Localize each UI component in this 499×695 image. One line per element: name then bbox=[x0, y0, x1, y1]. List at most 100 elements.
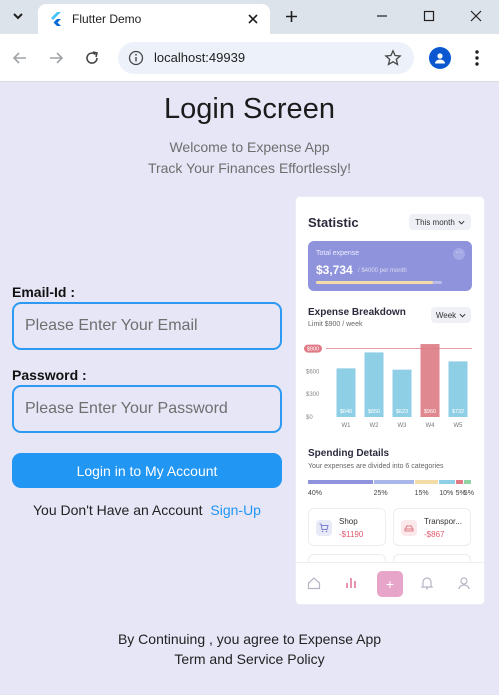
profile-icon bbox=[458, 577, 470, 590]
plus-icon bbox=[285, 10, 297, 22]
spending-segment bbox=[308, 480, 373, 484]
dashboard-bottom-nav: + bbox=[296, 562, 484, 604]
x-tick-label: W1 bbox=[342, 423, 352, 429]
minimize-button[interactable] bbox=[368, 4, 396, 28]
stats-icon bbox=[346, 578, 356, 588]
signup-link[interactable]: Sign-Up bbox=[210, 502, 261, 518]
browser-tab-bar: Flutter Demo bbox=[0, 0, 499, 34]
maximize-button[interactable] bbox=[415, 4, 443, 28]
email-label: Email-Id : bbox=[12, 284, 76, 300]
bar bbox=[420, 344, 440, 417]
spending-percent-label: 5% bbox=[463, 490, 474, 497]
arrow-left-icon bbox=[12, 52, 26, 64]
add-icon: + bbox=[377, 571, 403, 597]
close-icon bbox=[470, 10, 482, 22]
expense-bar-chart: $0 $300 $600 $640 W1 $850 W2 $623 W3 $960 W4 $732 W5… bbox=[304, 344, 472, 429]
bar-value-label: $960 bbox=[424, 409, 436, 415]
category-amount: -$1190 bbox=[339, 530, 364, 539]
period-label: This month bbox=[415, 217, 455, 227]
signup-row: You Don't Have an Account Sign-Up bbox=[0, 502, 294, 518]
bar-value-label: $850 bbox=[368, 409, 380, 415]
flutter-logo-icon bbox=[51, 12, 61, 26]
tab-flutter-demo[interactable]: Flutter Demo bbox=[38, 4, 270, 34]
address-bar[interactable]: localhost:49939 bbox=[118, 42, 414, 74]
no-account-text: You Don't Have an Account bbox=[33, 502, 203, 518]
more-vert-icon bbox=[475, 50, 479, 66]
x-tick-label: W3 bbox=[398, 423, 408, 429]
password-field[interactable] bbox=[12, 385, 282, 433]
tab-search-button[interactable] bbox=[6, 5, 30, 27]
profile-button[interactable] bbox=[429, 47, 451, 69]
more-horiz-icon: ··· bbox=[453, 248, 465, 260]
close-window-button[interactable] bbox=[462, 4, 490, 28]
x-tick-label: W4 bbox=[426, 423, 436, 429]
bar-value-label: $640 bbox=[340, 409, 352, 415]
spending-percent-label: 40% bbox=[308, 490, 323, 497]
close-tab-button[interactable] bbox=[244, 10, 262, 28]
bar-value-label: $732 bbox=[452, 409, 464, 415]
spending-segment bbox=[373, 480, 414, 484]
welcome-text: Welcome to Expense App bbox=[169, 139, 330, 155]
expense-progress-bar bbox=[316, 281, 442, 284]
y-tick-label: $0 bbox=[306, 415, 313, 421]
star-icon[interactable] bbox=[384, 49, 402, 67]
reload-button[interactable] bbox=[80, 46, 104, 70]
maximize-icon bbox=[423, 10, 435, 22]
spending-segment bbox=[439, 480, 455, 484]
minimize-icon bbox=[377, 15, 387, 17]
x-tick-label: W2 bbox=[370, 423, 380, 429]
bell-icon bbox=[420, 577, 434, 590]
chevron-down-icon bbox=[13, 13, 23, 20]
spending-subtitle: Your expenses are divided into 6 categor… bbox=[308, 463, 444, 470]
period-select: This month bbox=[409, 214, 471, 230]
tab-title: Flutter Demo bbox=[72, 12, 142, 26]
x-tick-label: W5 bbox=[454, 423, 464, 429]
spending-percent-label: 10% bbox=[439, 490, 454, 497]
total-expense-label: Total expense bbox=[316, 250, 360, 257]
spending-percent-label: 25% bbox=[373, 490, 388, 497]
y-tick-label: $600 bbox=[306, 369, 320, 375]
category-name: Transpor... bbox=[424, 517, 462, 526]
spending-segment bbox=[414, 480, 439, 484]
person-icon bbox=[435, 53, 445, 64]
new-tab-button[interactable] bbox=[280, 5, 302, 27]
breakdown-period-label: Week bbox=[435, 310, 457, 320]
forward-button[interactable] bbox=[44, 46, 68, 70]
bar bbox=[364, 352, 384, 417]
category-card-partial bbox=[393, 554, 471, 562]
spending-segment bbox=[463, 480, 471, 484]
spending-percent-label: 15% bbox=[414, 490, 429, 497]
limit-label: $900 bbox=[307, 347, 319, 353]
total-expense-card: Total expense $3,734 / $4000 per month ·… bbox=[308, 241, 472, 291]
browser-menu-button[interactable] bbox=[466, 47, 488, 69]
dashboard-title: Statistic bbox=[308, 215, 359, 230]
chevron-down-icon bbox=[459, 313, 466, 318]
cart-icon bbox=[316, 520, 332, 536]
category-name: Shop bbox=[339, 517, 358, 526]
reload-icon bbox=[86, 51, 98, 64]
arrow-right-icon bbox=[50, 52, 64, 64]
breakdown-limit: Limit $900 / week bbox=[308, 321, 363, 328]
spending-segment bbox=[455, 480, 463, 484]
breakdown-period-select: Week bbox=[431, 307, 471, 323]
car-icon bbox=[401, 520, 417, 536]
breakdown-title: Expense Breakdown bbox=[308, 307, 406, 318]
category-card-transport: Transpor... -$867 bbox=[393, 508, 471, 546]
email-field[interactable] bbox=[12, 302, 282, 350]
y-tick-label: $300 bbox=[306, 392, 320, 398]
category-card-shop: Shop -$1190 bbox=[308, 508, 386, 546]
home-icon bbox=[307, 577, 321, 590]
close-icon bbox=[248, 14, 258, 24]
total-expense-limit: / $4000 per month bbox=[358, 268, 407, 274]
category-amount: -$867 bbox=[424, 530, 445, 539]
footer-terms-line1: By Continuing , you agree to Expense App bbox=[117, 631, 382, 647]
browser-toolbar: localhost:49939 bbox=[0, 34, 499, 82]
info-icon[interactable] bbox=[128, 50, 144, 66]
footer-terms-line2[interactable]: Term and Service Policy bbox=[0, 651, 499, 667]
login-button[interactable]: Login in to My Account bbox=[12, 453, 282, 488]
password-label: Password : bbox=[12, 367, 87, 383]
page-title: Login Screen bbox=[164, 93, 335, 125]
url-text: localhost:49939 bbox=[154, 50, 246, 65]
spending-title: Spending Details bbox=[308, 448, 390, 459]
back-button[interactable] bbox=[8, 46, 32, 70]
